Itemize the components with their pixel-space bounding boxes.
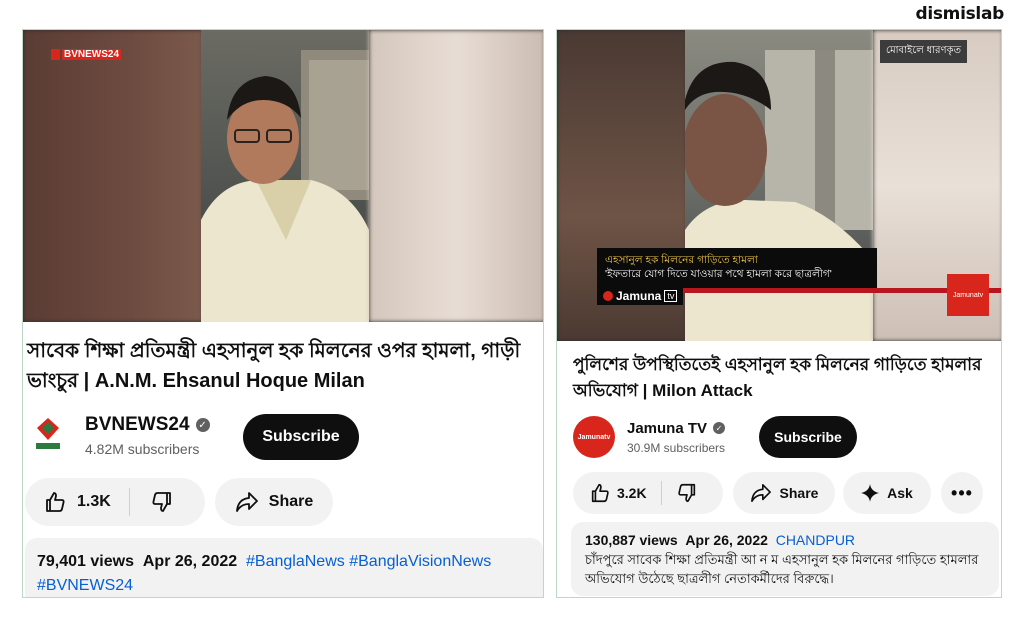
channel-avatar[interactable]: Jamunatv [573, 416, 615, 458]
verified-check-icon: ✓ [195, 418, 210, 432]
subscribe-button[interactable]: Subscribe [759, 416, 857, 458]
like-dislike-group: 3.2K [573, 472, 723, 514]
publish-date: Apr 26, 2022 [142, 553, 238, 570]
publish-date: Apr 26, 2022 [685, 532, 768, 548]
hashtag-link[interactable]: #BanglaNews [246, 553, 345, 570]
share-icon [750, 484, 771, 502]
thumbs-down-icon[interactable] [150, 490, 174, 514]
corner-label: মোবাইলে ধারণকৃত [880, 40, 967, 63]
lower-third-caption: এহসানুল হক মিলনের গাড়িতে হামলা 'ইফতারে … [597, 248, 877, 290]
thumbs-up-icon[interactable] [589, 482, 611, 504]
blurred-region-right [369, 30, 543, 322]
share-button[interactable]: Share [733, 472, 835, 514]
video-frame [201, 30, 369, 322]
person-figure [685, 50, 873, 341]
video-player[interactable]: মোবাইলে ধারণকৃত এহসানুল হক মিলনের গাড়িত… [557, 30, 1001, 341]
like-count[interactable]: 3.2K [617, 485, 647, 501]
ask-button[interactable]: Ask [843, 472, 931, 514]
more-options-icon[interactable]: ••• [941, 472, 983, 514]
subscriber-count: 30.9M subscribers [627, 440, 726, 455]
subscriber-count: 4.82M subscribers [85, 441, 200, 457]
video-player[interactable]: BVNEWS24 [23, 30, 543, 322]
video-frame [685, 30, 873, 341]
thumbs-down-icon[interactable] [676, 482, 698, 504]
view-count: 79,401 views [37, 553, 134, 570]
channel-watermark: BVNEWS24 [51, 49, 122, 60]
divider [128, 488, 130, 516]
brand-logo: dismislab [915, 4, 1004, 24]
bvnews-avatar-icon [36, 417, 60, 449]
verified-check-icon: ✓ [713, 422, 726, 434]
person-figure [201, 50, 369, 322]
watermark-text: BVNEWS24 [62, 49, 122, 60]
description-box[interactable]: 79,401 views Apr 26, 2022 #BanglaNews #B… [25, 538, 543, 597]
watermark-text: Jamuna [616, 289, 662, 303]
caption-line-1: এহসানুল হক মিলনের গাড়িতে হামলা [605, 254, 758, 266]
divider [660, 481, 662, 505]
sparkle-icon [861, 484, 880, 502]
video-title: পুলিশের উপস্থিতিতেই এহসানুল হক মিলনের গা… [573, 355, 982, 400]
like-count[interactable]: 1.3K [77, 493, 111, 511]
left-video-panel: BVNEWS24 সাবেক শিক্ষা প্রতিমন্ত্রী এহসান… [22, 29, 544, 598]
share-icon [235, 492, 258, 512]
like-dislike-group: 1.3K [25, 478, 205, 526]
jamuna-logo-icon [603, 291, 613, 301]
ask-label: Ask [887, 485, 913, 501]
share-label: Share [268, 493, 314, 510]
channel-name[interactable]: Jamuna TV [627, 420, 707, 437]
channel-watermark: Jamuna tv [597, 287, 684, 305]
view-count: 130,887 views [585, 532, 678, 548]
location-link[interactable]: CHANDPUR [776, 532, 855, 548]
corner-logo: Jamunatv [947, 274, 989, 316]
thumbs-up-icon[interactable] [43, 490, 67, 514]
channel-avatar[interactable] [33, 415, 63, 456]
description-text: চাঁদপুরে সাবেক শিক্ষা প্রতিমন্ত্রী আ ন ম… [585, 552, 979, 586]
caption-line-2: 'ইফতারে যোগ দিতে যাওয়ার পথে হামলা করে ছ… [605, 268, 832, 280]
share-label: Share [779, 485, 819, 501]
hashtag-link[interactable]: #BanglaVisionNews [349, 553, 491, 570]
blurred-region-left [23, 30, 203, 322]
share-button[interactable]: Share [215, 478, 333, 526]
video-title: সাবেক শিক্ষা প্রতিমন্ত্রী এহসানুল হক মিল… [27, 340, 521, 392]
bvnews-logo-icon [51, 49, 60, 60]
channel-info[interactable]: BVNEWS24 ✓ 4.82M subscribers [33, 414, 210, 457]
watermark-suffix: tv [664, 290, 678, 302]
hashtag-link[interactable]: #BVNEWS24 [37, 577, 133, 594]
description-box[interactable]: 130,887 views Apr 26, 2022 CHANDPUR চাঁদ… [571, 522, 999, 596]
subscribe-button[interactable]: Subscribe [243, 414, 359, 460]
channel-info[interactable]: Jamunatv Jamuna TV ✓ 30.9M subscribers [573, 416, 725, 458]
channel-name[interactable]: BVNEWS24 [85, 414, 190, 436]
right-video-panel: মোবাইলে ধারণকৃত এহসানুল হক মিলনের গাড়িত… [556, 29, 1002, 598]
